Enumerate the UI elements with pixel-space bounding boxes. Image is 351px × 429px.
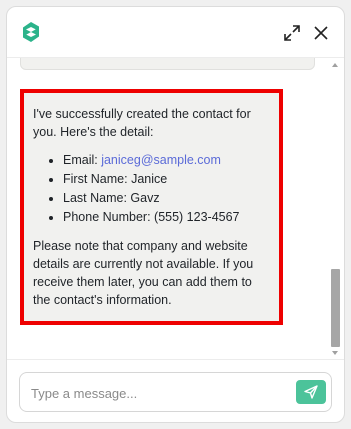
detail-phone: Phone Number: (555) 123-4567 <box>63 208 271 227</box>
scroll-thumb[interactable] <box>331 269 340 347</box>
message-input[interactable] <box>29 381 283 405</box>
assistant-message-bubble: I've successfully created the contact fo… <box>20 89 283 325</box>
send-button[interactable] <box>296 380 326 404</box>
brand-logo-icon <box>20 21 42 43</box>
message-intro: I've successfully created the contact fo… <box>33 107 251 139</box>
message-input-box[interactable] <box>19 372 332 412</box>
send-icon <box>304 385 318 399</box>
detail-last-name: Last Name: Gavz <box>63 189 271 208</box>
detail-email: Email: janiceg@sample.com <box>63 151 271 170</box>
expand-icon[interactable] <box>282 23 302 43</box>
scroll-up-icon[interactable] <box>332 63 338 67</box>
scroll-down-icon[interactable] <box>332 351 338 355</box>
close-icon[interactable] <box>311 23 331 43</box>
previous-message-bubble <box>20 58 315 70</box>
message-scrollbar[interactable] <box>329 63 341 355</box>
email-link[interactable]: janiceg@sample.com <box>101 153 221 167</box>
message-list[interactable]: I've successfully created the contact fo… <box>7 58 344 358</box>
message-note: Please note that company and website det… <box>33 239 254 307</box>
contact-detail-list: Email: janiceg@sample.com First Name: Ja… <box>33 151 271 227</box>
chat-widget: I've successfully created the contact fo… <box>6 6 345 423</box>
composer <box>7 359 344 422</box>
chat-header <box>7 7 344 58</box>
detail-first-name: First Name: Janice <box>63 170 271 189</box>
